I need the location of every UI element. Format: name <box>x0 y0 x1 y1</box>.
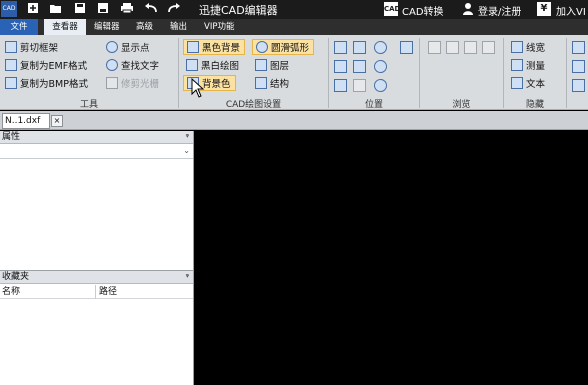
hide-group-label: 隐藏 <box>525 100 544 110</box>
properties-panel-header: 属性 ᵠ <box>0 131 193 144</box>
text-icon <box>511 77 523 89</box>
cad-settings-group-label: CAD绘图设置 <box>225 100 282 110</box>
prev-page-icon[interactable] <box>446 41 459 54</box>
bw-drawing-icon <box>186 59 198 71</box>
view-3d-icon[interactable] <box>374 79 387 92</box>
tab-editor[interactable]: 编辑器 <box>89 19 125 35</box>
menu-file[interactable]: 文件 <box>0 19 38 35</box>
text-button[interactable]: 文本 <box>508 75 545 91</box>
title-bar: CAD 迅捷CAD编辑器 CAD CAD转换 登录/注册 ¥ 加入VI <box>0 0 588 19</box>
cad-convert-icon[interactable]: CAD <box>384 2 400 16</box>
find-text-button[interactable]: 查找文字 <box>103 57 159 73</box>
join-vip-link[interactable]: 加入VI <box>556 3 586 18</box>
smooth-arc-button[interactable]: 圆滑弧形 <box>252 39 315 55</box>
line-width-button[interactable]: 线宽 <box>508 39 545 55</box>
black-background-icon <box>187 41 199 53</box>
tab-viewer[interactable]: 查看器 <box>44 19 86 35</box>
save-icon[interactable] <box>73 2 87 16</box>
document-tab[interactable]: N..1.dxf <box>2 113 50 129</box>
rotate-icon[interactable] <box>334 79 347 92</box>
favorites-column-headers: 名称 路径 <box>0 285 193 299</box>
zoom-previous-icon[interactable] <box>353 60 366 73</box>
favorites-panel-header: 收藏夹 ᵠ <box>0 271 193 284</box>
line-width-icon <box>511 41 523 53</box>
redo-icon[interactable] <box>167 2 181 16</box>
chevron-down-icon[interactable]: ⌄ <box>183 146 190 155</box>
favorites-title: 收藏夹 <box>2 272 30 282</box>
vip-yen-icon[interactable]: ¥ <box>537 2 551 16</box>
copy-emf-button[interactable]: 复制为EMF格式 <box>2 57 87 73</box>
save-as-icon[interactable] <box>96 2 110 16</box>
ribbon: 剪切框架 复制为EMF格式 复制为BMP格式 显示点 查找文字 修剪光栅 工具 … <box>0 35 588 110</box>
app-logo-icon[interactable]: CAD <box>1 1 17 17</box>
trim-raster-icon <box>106 77 118 89</box>
layers-button[interactable]: 图层 <box>252 57 289 73</box>
login-register-link[interactable]: 登录/注册 <box>478 3 521 18</box>
last-page-icon[interactable] <box>482 41 495 54</box>
column-divider[interactable] <box>95 285 96 299</box>
tab-vip[interactable]: VIP功能 <box>199 19 239 35</box>
position-group-label: 位置 <box>364 100 383 110</box>
properties-panel: 属性 ᵠ ⌄ <box>0 131 194 270</box>
tab-advanced[interactable]: 高级 <box>131 19 158 35</box>
zoom-out-icon[interactable] <box>374 60 387 73</box>
tools-group-label: 工具 <box>79 100 98 110</box>
mouse-cursor-icon <box>191 78 205 98</box>
trim-raster-button[interactable]: 修剪光栅 <box>103 75 159 91</box>
zoom-in-icon[interactable] <box>374 41 387 54</box>
undo-icon[interactable] <box>144 2 158 16</box>
zoom-window-icon[interactable] <box>334 41 347 54</box>
copy-bmp-icon <box>5 77 17 89</box>
measure-icon <box>511 59 523 71</box>
orbit-icon[interactable] <box>353 79 366 92</box>
more-tools-icon[interactable] <box>572 60 585 73</box>
column-header-path[interactable]: 路径 <box>99 285 117 299</box>
more-tools-icon[interactable] <box>572 41 585 54</box>
more-tools-icon[interactable] <box>572 79 585 92</box>
new-file-icon[interactable] <box>26 2 40 16</box>
open-folder-icon[interactable] <box>49 2 63 16</box>
find-text-icon <box>106 59 118 71</box>
copy-emf-icon <box>5 59 17 71</box>
favorites-panel: 收藏夹 ᵠ 名称 路径 <box>0 270 194 385</box>
window-title: 迅捷CAD编辑器 <box>199 4 278 17</box>
properties-title: 属性 <box>2 132 21 142</box>
zoom-extents-icon[interactable] <box>334 60 347 73</box>
structure-button[interactable]: 结构 <box>252 75 289 91</box>
smooth-arc-icon <box>256 41 268 53</box>
clip-frame-button[interactable]: 剪切框架 <box>2 39 58 55</box>
tab-output[interactable]: 输出 <box>165 19 192 35</box>
copy-bmp-button[interactable]: 复制为BMP格式 <box>2 75 88 91</box>
show-points-icon <box>106 41 118 53</box>
pan-hand-icon[interactable] <box>400 41 413 54</box>
zoom-fit-icon[interactable] <box>353 41 366 54</box>
clip-frame-icon <box>5 41 17 53</box>
print-icon[interactable] <box>120 2 134 16</box>
user-icon[interactable] <box>461 2 475 16</box>
show-points-button[interactable]: 显示点 <box>103 39 150 55</box>
group-divider <box>566 38 567 108</box>
properties-object-select[interactable]: ⌄ <box>0 145 193 159</box>
close-tab-icon[interactable]: × <box>51 115 63 127</box>
browse-group-label: 浏览 <box>452 100 471 110</box>
menu-bar: 文件 查看器 编辑器 高级 输出 VIP功能 <box>0 19 588 35</box>
pin-icon[interactable]: ᵠ <box>186 271 189 283</box>
next-page-icon[interactable] <box>464 41 477 54</box>
bw-drawing-button[interactable]: 黑白绘图 <box>183 57 239 73</box>
layers-icon <box>255 59 267 71</box>
drawing-canvas[interactable] <box>195 130 588 385</box>
document-tab-strip: N..1.dxf × <box>0 111 588 130</box>
first-page-icon[interactable] <box>428 41 441 54</box>
cad-convert-link[interactable]: CAD转换 <box>402 3 444 18</box>
column-header-name[interactable]: 名称 <box>2 285 20 299</box>
structure-icon <box>255 77 267 89</box>
black-background-button[interactable]: 黑色背景 <box>183 39 246 55</box>
measure-button[interactable]: 测量 <box>508 57 545 73</box>
pin-icon[interactable]: ᵠ <box>186 131 189 143</box>
